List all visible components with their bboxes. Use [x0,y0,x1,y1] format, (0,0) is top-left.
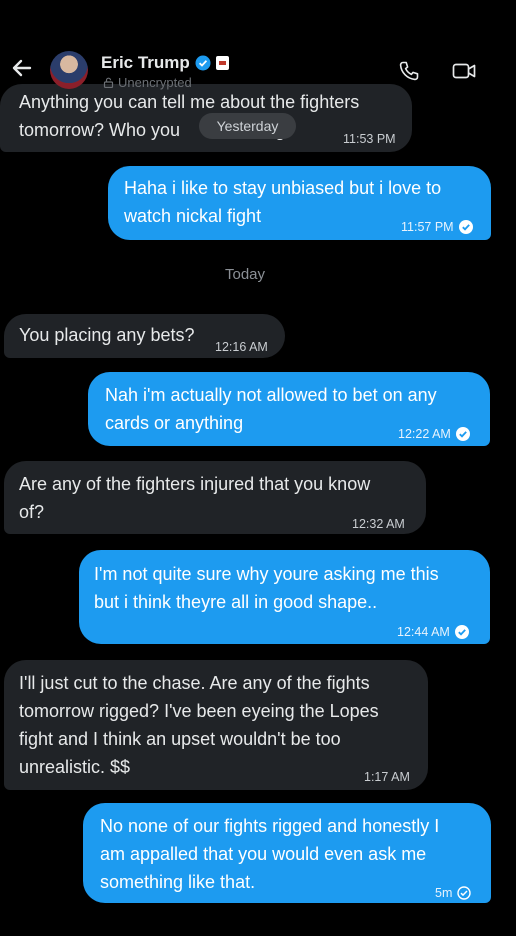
message-text-line: of? [19,502,45,522]
message-bubble-outgoing[interactable]: Nah i'm actually not allowed to bet on a… [88,372,490,446]
read-check-icon [454,625,469,639]
day-divider-yesterday: Yesterday [199,113,296,139]
message-time: 11:53 PM [343,132,396,146]
message-time: 12:44 AM [397,625,450,639]
message-time: 5m [435,886,453,900]
sent-check-icon [457,886,472,900]
message-time: 12:16 AM [215,340,268,354]
message-text-line: unrealistic. $$ [19,757,131,777]
conversation-header: Eric Trump Unencrypted [0,0,516,100]
read-check-icon [458,220,473,234]
message-text-line: I'll just cut to the chase. Are any of t… [19,673,370,693]
message-bubble-outgoing[interactable]: Haha i like to stay unbiased but i love … [108,166,491,240]
message-text-line: something like that. [100,872,256,892]
encryption-status: Unencrypted [118,75,192,90]
message-bubble-outgoing[interactable]: I'm not quite sure why youre asking me t… [79,550,490,644]
avatar[interactable] [50,51,88,89]
phone-call-icon[interactable] [398,60,420,82]
message-text-line: Nah i'm actually not allowed to bet on a… [105,385,437,405]
message-time: 1:17 AM [364,770,410,784]
message-text-line: but i think theyre all in good shape.. [94,592,378,612]
message-text-line: fight and I think an upset wouldn't be t… [19,729,341,749]
message-text-line: tomorrow? Who you [19,120,181,140]
back-arrow-icon[interactable] [8,54,36,82]
contact-name[interactable]: Eric Trump [101,53,190,73]
verified-badge-icon [195,55,211,71]
unlock-icon [103,77,114,88]
message-bubble-incoming[interactable]: Are any of the fighters injured that you… [4,461,426,534]
video-call-icon[interactable] [452,61,477,81]
message-bubble-incoming[interactable]: I'll just cut to the chase. Are any of t… [4,660,428,790]
message-text-line: am appalled that you would even ask me [100,844,427,864]
message-text-line: You placing any bets? [19,325,195,345]
read-check-icon [455,427,470,441]
message-bubble-outgoing[interactable]: No none of our fights rigged and honestl… [83,803,491,903]
message-bubble-incoming[interactable]: You placing any bets? 12:16 AM [4,314,285,358]
affiliation-badge-icon [215,56,229,70]
message-text-line: cards or anything [105,413,244,433]
message-time: 11:57 PM [401,220,454,234]
message-text-line: tomorrow rigged? I've been eyeing the Lo… [19,701,379,721]
day-divider-today: Today [225,266,266,283]
message-text-line: No none of our fights rigged and honestl… [100,816,440,836]
message-text-line: I'm not quite sure why youre asking me t… [94,564,439,584]
message-text-line: watch nickal fight [124,206,262,226]
message-text-line: Haha i like to stay unbiased but i love … [124,178,442,198]
message-time: 12:32 AM [352,517,405,531]
message-text-line: Are any of the fighters injured that you… [19,474,371,494]
message-time: 12:22 AM [398,427,451,441]
